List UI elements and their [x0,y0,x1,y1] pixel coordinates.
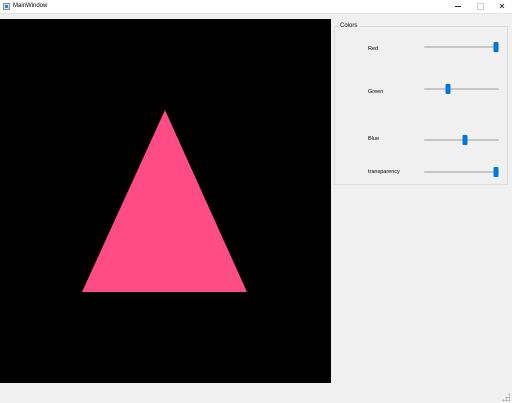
colors-group-title: Colors [338,22,360,31]
transparency-label: transparency [368,169,400,175]
slider-handle[interactable] [462,135,468,145]
transparency-slider[interactable] [424,167,499,177]
slider-groove [424,171,499,173]
slider-handle[interactable] [493,42,499,52]
slider-handle[interactable] [445,84,451,94]
maximize-button[interactable] [469,0,491,13]
slider-groove [424,88,499,90]
slider-handle[interactable] [493,167,499,177]
blue-label: Blue [368,136,380,142]
green-slider[interactable] [424,84,499,94]
maximize-icon [476,3,484,10]
title-bar: MainWindow ✕ [0,0,512,14]
blue-slider[interactable] [424,135,499,145]
close-button[interactable]: ✕ [491,0,512,13]
canvas-svg [82,110,247,292]
window-title: MainWindow [13,3,48,9]
drawing-canvas[interactable] [0,19,331,383]
triangle-shape [82,110,247,292]
minimize-button[interactable] [447,0,469,13]
status-bar [0,384,512,403]
red-label: Red [368,46,379,52]
close-icon: ✕ [498,2,506,11]
resize-grip-icon[interactable] [502,393,510,401]
slider-groove [424,46,499,48]
red-slider[interactable] [424,42,499,52]
green-label: Green [368,89,384,95]
minimize-icon [455,6,461,7]
app-icon [3,3,10,10]
